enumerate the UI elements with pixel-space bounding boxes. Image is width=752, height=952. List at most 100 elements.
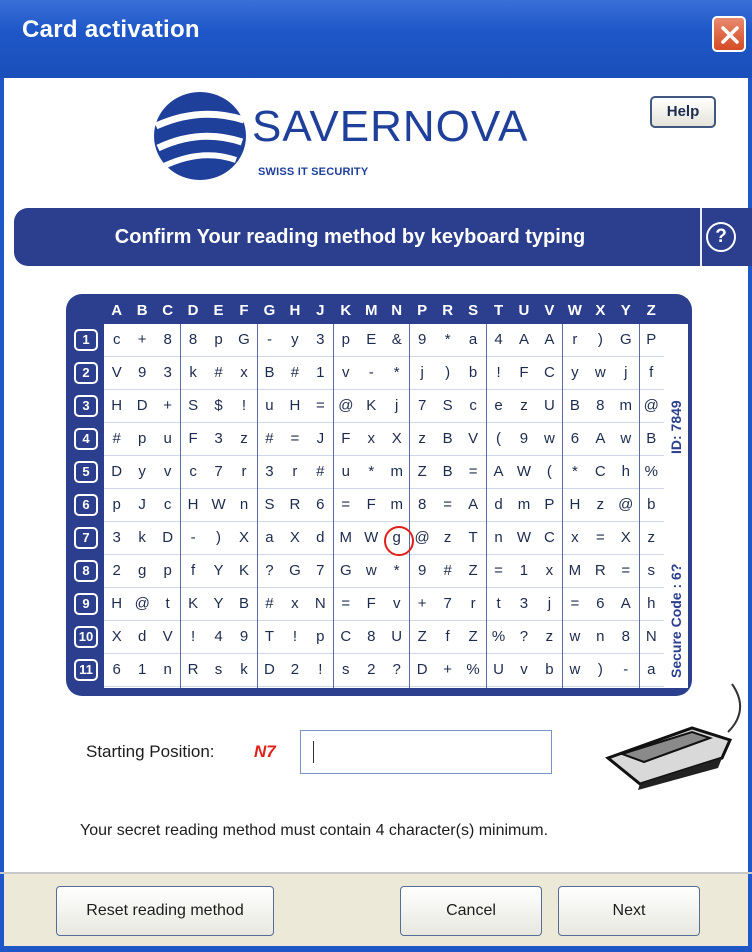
grid-column-k: K xyxy=(340,302,352,319)
grid-row-label: 8 xyxy=(74,560,98,582)
grid-cell: F xyxy=(188,430,198,447)
grid-cell: N xyxy=(645,628,657,645)
grid-cell: 2 xyxy=(290,661,300,678)
grid-cell: N xyxy=(314,595,326,612)
close-button[interactable] xyxy=(712,16,746,52)
grid-cell: = xyxy=(468,463,478,480)
grid-cell: # xyxy=(265,430,274,447)
grid-cell: 6 xyxy=(316,496,325,513)
grid-cell: G xyxy=(619,331,632,348)
grid-cell: # xyxy=(265,595,274,612)
question-help-icon[interactable]: ? xyxy=(706,222,736,252)
grid-cell: = xyxy=(595,529,605,546)
grid-cell: D xyxy=(162,529,174,546)
grid-cell: Z xyxy=(468,562,478,579)
grid-column-u: U xyxy=(518,302,530,319)
grid-cell: k xyxy=(138,529,146,546)
grid-cell: p xyxy=(138,430,147,447)
grid-cell: @ xyxy=(618,496,634,513)
grid-cell: W xyxy=(516,529,532,546)
grid-cell: 6 xyxy=(596,595,605,612)
grid-cell: 1 xyxy=(316,364,325,381)
grid-column-divider xyxy=(409,324,410,688)
grid-cell: ? xyxy=(519,628,529,645)
grid-cell: * xyxy=(368,463,375,480)
grid-cell: K xyxy=(238,562,249,579)
grid-cell: ? xyxy=(265,562,274,579)
grid-column-w: W xyxy=(567,302,582,319)
grid-cell: B xyxy=(264,364,275,381)
grid-cell: 3 xyxy=(316,331,325,348)
grid-cell: 8 xyxy=(596,397,605,414)
grid-cell: B xyxy=(442,430,453,447)
grid-cell: z xyxy=(545,628,554,645)
grid-cell: + xyxy=(443,661,452,678)
grid-cell: = xyxy=(443,496,452,513)
grid-cell: m xyxy=(390,496,403,513)
grid-cell: c xyxy=(189,463,197,480)
grid-cell: S xyxy=(442,397,453,414)
reset-reading-method-button[interactable]: Reset reading method xyxy=(56,886,274,936)
grid-cell: D xyxy=(416,661,428,678)
grid-cell: 3 xyxy=(265,463,274,480)
grid-cell: ) xyxy=(597,331,603,348)
grid-row-10: Xd V! 4 9 T! p C 8 U Zf Z%? z w n 8 N xyxy=(104,621,664,654)
grid-cell: x xyxy=(291,595,299,612)
grid-cell: H xyxy=(111,397,123,414)
grid-cell: d xyxy=(316,529,325,546)
grid-cell: X xyxy=(289,529,300,546)
grid-cell: D xyxy=(111,463,123,480)
grid-cell: e xyxy=(494,397,503,414)
grid-cell: V xyxy=(162,628,173,645)
grid-cell: G xyxy=(238,331,250,348)
grid-cell: H xyxy=(569,496,581,513)
grid-cell: F xyxy=(366,496,376,513)
grid-column-divider xyxy=(333,324,334,688)
grid-cell: A xyxy=(493,463,504,480)
help-button[interactable]: Help xyxy=(650,96,716,128)
grid-cell: 7 xyxy=(214,463,223,480)
grid-cell: 7 xyxy=(443,595,452,612)
grid-cell: f xyxy=(445,628,450,645)
grid-row-5: Dy v c 7 r 3 r # u * m Z B = A W (* Ch% xyxy=(104,456,664,489)
grid-cell: f xyxy=(649,364,654,381)
grid-cell: A xyxy=(620,595,631,612)
grid-column-divider xyxy=(486,324,487,688)
grid-cell: B xyxy=(442,463,453,480)
grid-cell: p xyxy=(112,496,121,513)
grid-cell: j xyxy=(547,595,552,612)
grid-cell: = xyxy=(494,562,503,579)
grid-cell: R xyxy=(594,562,606,579)
grid-cell: Y xyxy=(213,562,224,579)
reading-method-input[interactable] xyxy=(300,730,552,774)
grid-cell: 3 xyxy=(214,430,223,447)
grid-cell: F xyxy=(519,364,529,381)
grid-row-1: c +8 8 p G - y 3 p E & 9 * a 4 A Ar) G P xyxy=(104,324,664,357)
grid-cell: 1 xyxy=(519,562,529,579)
grid-cell: % xyxy=(491,628,506,645)
grid-cell: A xyxy=(518,331,529,348)
grid-row-label: 4 xyxy=(74,428,98,450)
cancel-button[interactable]: Cancel xyxy=(400,886,542,936)
grid-cell: # xyxy=(112,430,121,447)
grid-cell: y xyxy=(571,364,579,381)
grid-cell: w xyxy=(569,661,581,678)
next-button[interactable]: Next xyxy=(558,886,700,936)
grid-cell: M xyxy=(568,562,582,579)
grid-cell: 8 xyxy=(417,496,427,513)
grid-cell: W xyxy=(211,496,226,513)
grid-cell: j xyxy=(395,397,399,414)
grid-cell: $ xyxy=(214,397,223,414)
grid-cell: % xyxy=(644,463,658,480)
grid-side-strip: ID: 7849 Secure Code : 6? xyxy=(664,324,688,688)
grid-cell: D xyxy=(264,661,275,678)
grid-row-6: p Jc H Wn S R 6 = Fm 8 = Ad m P Hz @ b xyxy=(104,489,664,522)
grid-cell: C xyxy=(544,529,555,546)
grid-cell: G xyxy=(289,562,301,579)
grid-cell: k xyxy=(189,364,197,381)
grid-cell: W xyxy=(516,463,532,480)
banner-text: Confirm Your reading method by keyboard … xyxy=(114,226,586,248)
grid-cell: 8 xyxy=(163,331,172,348)
grid-cell: = xyxy=(290,430,300,447)
grid-cell: X xyxy=(620,529,631,546)
